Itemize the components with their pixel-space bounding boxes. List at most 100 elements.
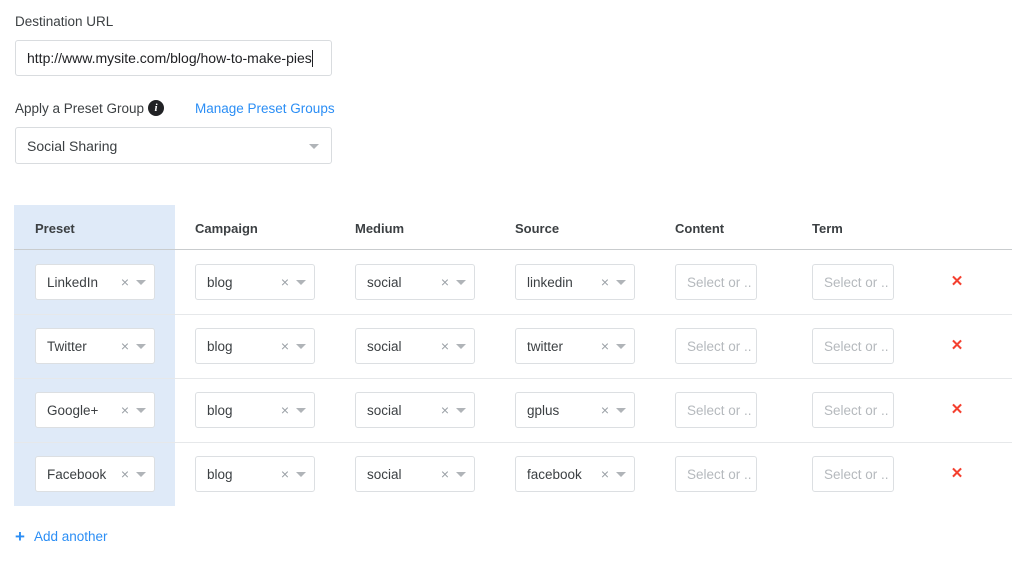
clear-icon[interactable]: × xyxy=(121,403,129,417)
delete-row-button-row-4[interactable]: ✕ xyxy=(950,466,964,482)
source-value-row-4: facebook xyxy=(527,467,582,482)
clear-icon[interactable]: × xyxy=(121,339,129,353)
source-field-row-4[interactable]: facebook × xyxy=(515,456,635,492)
term-value-row-2: Select or .. xyxy=(824,339,889,354)
manage-preset-groups-link[interactable]: Manage Preset Groups xyxy=(195,101,335,117)
content-field-row-4[interactable]: Select or .. xyxy=(675,456,757,492)
term-value-row-1: Select or .. xyxy=(824,275,889,290)
plus-icon: + xyxy=(15,529,25,545)
clear-icon[interactable]: × xyxy=(281,403,289,417)
content-value-row-2: Select or .. xyxy=(687,339,752,354)
medium-field-row-2[interactable]: social × xyxy=(355,328,475,364)
table-header-row: Preset Campaign Medium Source Content Te… xyxy=(14,205,1012,250)
chevron-down-icon[interactable] xyxy=(456,280,466,285)
column-header-preset: Preset xyxy=(35,221,75,237)
chevron-down-icon[interactable] xyxy=(616,472,626,477)
preset-field-row-2[interactable]: Twitter × xyxy=(35,328,155,364)
content-field-row-1[interactable]: Select or .. xyxy=(675,264,757,300)
column-header-content: Content xyxy=(675,221,724,237)
clear-icon[interactable]: × xyxy=(441,275,449,289)
source-field-row-3[interactable]: gplus × xyxy=(515,392,635,428)
campaign-value-row-1: blog xyxy=(207,275,233,290)
chevron-down-icon[interactable] xyxy=(616,408,626,413)
campaign-value-row-4: blog xyxy=(207,467,233,482)
clear-icon[interactable]: × xyxy=(441,467,449,481)
campaign-field-row-4[interactable]: blog × xyxy=(195,456,315,492)
source-field-row-2[interactable]: twitter × xyxy=(515,328,635,364)
clear-icon[interactable]: × xyxy=(121,275,129,289)
clear-icon[interactable]: × xyxy=(121,467,129,481)
source-value-row-3: gplus xyxy=(527,403,559,418)
clear-icon[interactable]: × xyxy=(601,275,609,289)
content-field-row-2[interactable]: Select or .. xyxy=(675,328,757,364)
header-separator xyxy=(14,249,1012,250)
apply-preset-group-label: Apply a Preset Group xyxy=(15,101,144,117)
medium-field-row-3[interactable]: social × xyxy=(355,392,475,428)
column-header-source: Source xyxy=(515,221,559,237)
delete-row-button-row-2[interactable]: ✕ xyxy=(950,338,964,354)
delete-row-button-row-1[interactable]: ✕ xyxy=(950,274,964,290)
clear-icon[interactable]: × xyxy=(441,403,449,417)
add-another-button[interactable]: + Add another xyxy=(15,529,108,545)
destination-url-input[interactable]: http://www.mysite.com/blog/how-to-make-p… xyxy=(15,40,332,76)
column-header-campaign: Campaign xyxy=(195,221,258,237)
term-value-row-4: Select or .. xyxy=(824,467,889,482)
campaign-value-row-3: blog xyxy=(207,403,233,418)
content-value-row-4: Select or .. xyxy=(687,467,752,482)
chevron-down-icon xyxy=(309,144,319,149)
medium-field-row-4[interactable]: social× xyxy=(355,456,475,492)
chevron-down-icon[interactable] xyxy=(616,344,626,349)
chevron-down-icon[interactable] xyxy=(136,280,146,285)
row-separator xyxy=(14,314,1012,315)
preset-value-row-4: Facebook xyxy=(47,467,106,482)
campaign-value-row-2: blog xyxy=(207,339,233,354)
content-value-row-1: Select or .. xyxy=(687,275,752,290)
row-separator xyxy=(14,442,1012,443)
preset-field-row-4[interactable]: Facebook × xyxy=(35,456,155,492)
source-value-row-2: twitter xyxy=(527,339,563,354)
clear-icon[interactable]: × xyxy=(281,339,289,353)
preset-group-select[interactable]: Social Sharing xyxy=(15,127,332,164)
preset-field-row-3[interactable]: Google+× xyxy=(35,392,155,428)
chevron-down-icon[interactable] xyxy=(456,472,466,477)
chevron-down-icon[interactable] xyxy=(296,472,306,477)
preset-value-row-2: Twitter xyxy=(47,339,87,354)
term-field-row-1[interactable]: Select or .. xyxy=(812,264,894,300)
campaign-field-row-1[interactable]: blog × xyxy=(195,264,315,300)
preset-value-row-1: LinkedIn xyxy=(47,275,98,290)
term-field-row-4[interactable]: Select or .. xyxy=(812,456,894,492)
clear-icon[interactable]: × xyxy=(281,275,289,289)
source-field-row-1[interactable]: linkedin × xyxy=(515,264,635,300)
column-header-medium: Medium xyxy=(355,221,404,237)
clear-icon[interactable]: × xyxy=(601,467,609,481)
chevron-down-icon[interactable] xyxy=(456,408,466,413)
destination-url-value: http://www.mysite.com/blog/how-to-make-p… xyxy=(27,50,312,66)
campaign-field-row-3[interactable]: blog × xyxy=(195,392,315,428)
term-field-row-2[interactable]: Select or .. xyxy=(812,328,894,364)
term-value-row-3: Select or .. xyxy=(824,403,889,418)
chevron-down-icon[interactable] xyxy=(136,472,146,477)
chevron-down-icon[interactable] xyxy=(616,280,626,285)
preset-field-row-1[interactable]: LinkedIn × xyxy=(35,264,155,300)
chevron-down-icon[interactable] xyxy=(296,408,306,413)
clear-icon[interactable]: × xyxy=(601,339,609,353)
medium-field-row-1[interactable]: social× xyxy=(355,264,475,300)
content-field-row-3[interactable]: Select or .. xyxy=(675,392,757,428)
info-icon[interactable]: i xyxy=(148,100,164,116)
chevron-down-icon[interactable] xyxy=(296,280,306,285)
clear-icon[interactable]: × xyxy=(601,403,609,417)
campaign-field-row-2[interactable]: blog × xyxy=(195,328,315,364)
chevron-down-icon[interactable] xyxy=(296,344,306,349)
source-value-row-1: linkedin xyxy=(527,275,573,290)
medium-value-row-3: social xyxy=(367,403,402,418)
destination-url-label: Destination URL xyxy=(15,14,113,30)
delete-row-button-row-3[interactable]: ✕ xyxy=(950,402,964,418)
clear-icon[interactable]: × xyxy=(281,467,289,481)
chevron-down-icon[interactable] xyxy=(136,344,146,349)
clear-icon[interactable]: × xyxy=(441,339,449,353)
chevron-down-icon[interactable] xyxy=(136,408,146,413)
column-header-term: Term xyxy=(812,221,843,237)
term-field-row-3[interactable]: Select or .. xyxy=(812,392,894,428)
medium-value-row-2: social xyxy=(367,339,402,354)
chevron-down-icon[interactable] xyxy=(456,344,466,349)
